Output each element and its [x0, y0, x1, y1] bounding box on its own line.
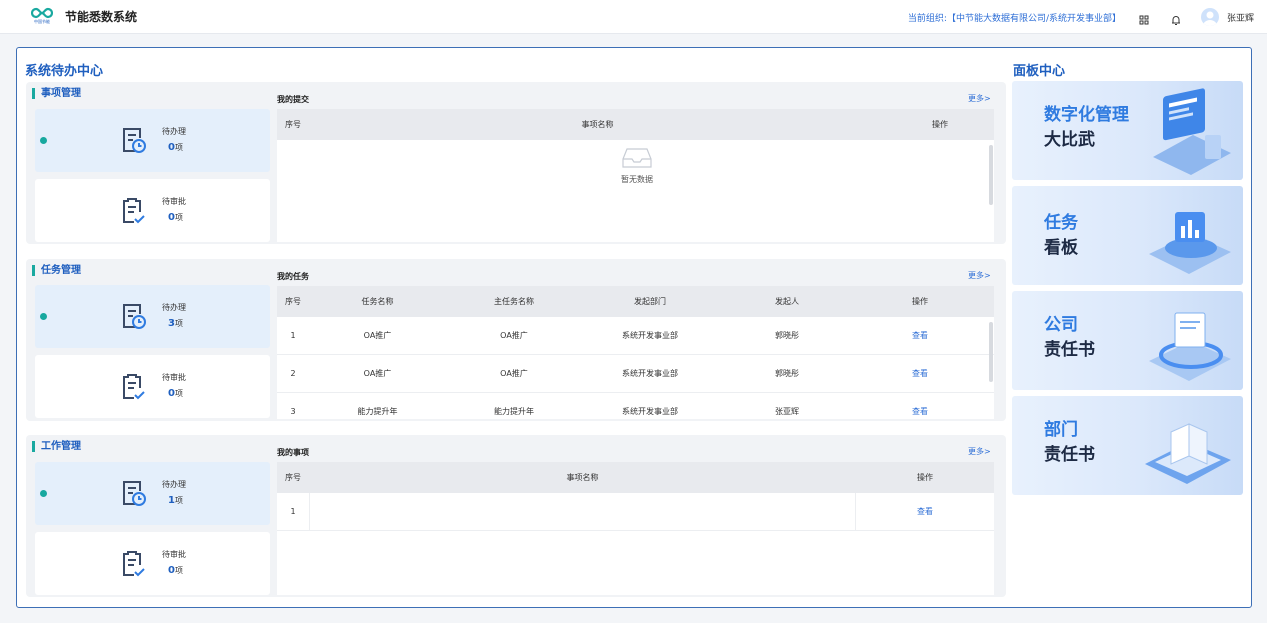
active-dot — [40, 137, 47, 144]
panel-department-responsibility[interactable]: 部门 责任书 — [1012, 396, 1243, 495]
card-pending[interactable]: 待办理 1项 — [35, 462, 270, 525]
user-avatar[interactable] — [1201, 8, 1219, 26]
card-count: 0项 — [168, 212, 183, 223]
view-link[interactable]: 查看 — [856, 406, 984, 417]
card-label: 待审批 — [162, 550, 186, 559]
card-label: 待审批 — [162, 197, 186, 206]
document-stand-illustration-icon — [1149, 312, 1231, 381]
panel-company-responsibility[interactable]: 公司 责任书 — [1012, 291, 1243, 390]
clipboard-check-icon — [119, 195, 147, 225]
card-approval[interactable]: 待审批 0项 — [35, 179, 270, 242]
logo-subtext: 中国节能 — [34, 18, 50, 24]
card-count: 0项 — [168, 565, 183, 576]
card-label: 待办理 — [162, 127, 186, 136]
list-title: 我的任务 — [277, 272, 309, 281]
card-label: 待办理 — [162, 480, 186, 489]
chart-board-illustration-icon — [1149, 212, 1231, 274]
clipboard-check-icon — [119, 548, 147, 578]
clipboard-clock-icon — [119, 301, 147, 331]
panel-center-title: 面板中心 — [1013, 64, 1066, 79]
card-approval[interactable]: 待审批 0项 — [35, 355, 270, 418]
list-title: 我的事项 — [277, 448, 309, 457]
scrollbar[interactable] — [989, 145, 993, 205]
panel-task-board[interactable]: 任务 看板 — [1012, 186, 1243, 285]
main-panel: 系统待办中心 事项管理 待办理 0项 待审批 0项 我的提交 更多> 序号 事项… — [16, 47, 1252, 608]
card-pending[interactable]: 待办理 3项 — [35, 285, 270, 348]
active-dot — [40, 490, 47, 497]
task-table: 序号 任务名称 主任务名称 发起部门 发起人 操作 1 OA推广 OA推广 系统… — [277, 286, 994, 419]
more-link[interactable]: 更多> — [968, 270, 991, 281]
card-label: 待办理 — [162, 303, 186, 312]
logo-icon: 中国节能 — [31, 7, 53, 27]
current-org[interactable]: 当前组织:【中节能大数据有限公司/系统开发事业部】 — [908, 11, 1121, 24]
panel-digital-competition[interactable]: 数字化管理 大比武 — [1012, 81, 1243, 180]
card-count: 0项 — [168, 142, 183, 153]
monitor-illustration-icon — [1153, 88, 1231, 175]
empty-box-icon — [622, 148, 652, 168]
table-header: 序号 事项名称 操作 — [277, 109, 994, 140]
bell-icon[interactable] — [1170, 11, 1182, 25]
todo-center-title: 系统待办中心 — [25, 64, 104, 79]
clipboard-clock-icon — [119, 125, 147, 155]
app-grid-icon[interactable] — [1138, 11, 1150, 25]
section-tasks: 任务管理 待办理 3项 待审批 0项 我的任务 更多> 序号 任务名称 主任务名… — [26, 259, 1006, 421]
table-header: 序号 事项名称 操作 — [277, 462, 994, 493]
card-label: 待审批 — [162, 373, 186, 382]
empty-state: 暂无数据 — [607, 147, 667, 185]
matters-table: 序号 事项名称 操作 1 查看 — [277, 462, 994, 595]
more-link[interactable]: 更多> — [968, 93, 991, 104]
list-title: 我的提交 — [277, 95, 309, 104]
view-link[interactable]: 查看 — [856, 368, 984, 379]
card-pending[interactable]: 待办理 0项 — [35, 109, 270, 172]
app-logo[interactable]: 中国节能 节能悉数系统 — [31, 7, 137, 27]
clipboard-check-icon — [119, 371, 147, 401]
section-work: 工作管理 待办理 1项 待审批 0项 我的事项 更多> 序号 事项名称 操作 1… — [26, 435, 1006, 597]
card-approval[interactable]: 待审批 0项 — [35, 532, 270, 595]
table-row[interactable]: 1 OA推广 OA推广 系统开发事业部 郭晓彤 查看 — [277, 317, 994, 355]
card-count: 3项 — [168, 318, 183, 329]
table-row[interactable]: 3 能力提升年 能力提升年 系统开发事业部 张亚辉 查看 — [277, 393, 994, 419]
table-row[interactable]: 1 查看 — [277, 492, 994, 531]
card-count: 0项 — [168, 388, 183, 399]
clipboard-clock-icon — [119, 478, 147, 508]
submission-table: 序号 事项名称 操作 暂无数据 — [277, 109, 994, 242]
table-row[interactable]: 2 OA推广 OA推广 系统开发事业部 郭晓彤 查看 — [277, 355, 994, 393]
empty-text: 暂无数据 — [621, 175, 653, 184]
view-link[interactable]: 查看 — [856, 330, 984, 341]
more-link[interactable]: 更多> — [968, 446, 991, 457]
view-link[interactable]: 查看 — [856, 506, 994, 517]
section-title: 任务管理 — [32, 265, 81, 276]
section-title: 工作管理 — [32, 441, 81, 452]
book-stand-illustration-icon — [1145, 423, 1231, 484]
section-matters: 事项管理 待办理 0项 待审批 0项 我的提交 更多> 序号 事项名称 操作 暂… — [26, 82, 1006, 244]
active-dot — [40, 313, 47, 320]
section-title: 事项管理 — [32, 88, 81, 99]
top-bar: 中国节能 节能悉数系统 当前组织:【中节能大数据有限公司/系统开发事业部】 张亚… — [0, 0, 1267, 34]
card-count: 1项 — [168, 495, 183, 506]
app-title: 节能悉数系统 — [65, 10, 138, 24]
table-header: 序号 任务名称 主任务名称 发起部门 发起人 操作 — [277, 286, 994, 317]
scrollbar[interactable] — [989, 322, 993, 382]
user-name[interactable]: 张亚辉 — [1227, 11, 1254, 24]
